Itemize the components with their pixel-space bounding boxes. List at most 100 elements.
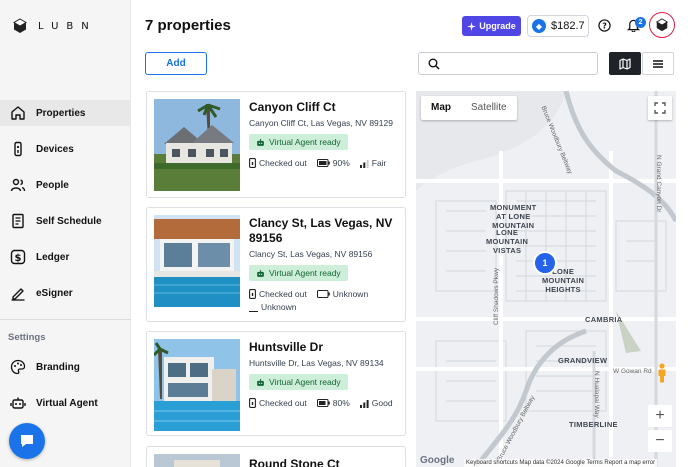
property-title[interactable]: Clancy St, Las Vegas, NV 89156 <box>249 216 403 246</box>
lock-device-icon <box>249 289 256 299</box>
property-title[interactable]: Round Stone Ct <box>249 457 403 467</box>
map-attribution[interactable]: Keyboard shortcuts Map data ©2024 Google… <box>464 459 658 467</box>
notification-badge: 2 <box>635 17 646 28</box>
property-address: Clancy St, Las Vegas, NV 89156 <box>249 249 373 259</box>
signal-icon <box>359 399 369 408</box>
help-icon[interactable]: ? <box>598 19 611 32</box>
map-label-cambria: CAMBRIA <box>585 315 623 324</box>
property-info: Canyon Cliff Ct Canyon Cliff Ct, Las Veg… <box>249 100 403 170</box>
street-view-pegman-icon[interactable] <box>657 363 667 383</box>
property-title[interactable]: Canyon Cliff Ct <box>249 100 403 115</box>
property-card[interactable]: Round Stone Ct <box>146 446 406 467</box>
sidebar-item-label: Virtual Agent <box>36 397 98 409</box>
signal-text: Unknown <box>261 301 297 312</box>
settings-heading: Settings <box>8 332 46 343</box>
sparkle-icon <box>467 21 477 31</box>
battery-status: 90% <box>316 157 350 170</box>
property-status: Checked out 80% Good <box>249 397 403 410</box>
app-root: LUBN Properties Devices People Self Sche… <box>0 0 688 467</box>
upgrade-label: Upgrade <box>479 21 516 31</box>
property-photo <box>154 215 240 307</box>
calendar-icon <box>12 213 24 229</box>
balance-chip[interactable]: ◆ $182.7 <box>527 15 589 37</box>
sidebar-item-label: Ledger <box>36 251 70 263</box>
lock-status: Checked out <box>249 397 307 410</box>
robot-icon <box>10 397 26 409</box>
property-info: Round Stone Ct <box>249 457 403 467</box>
pen-icon <box>11 288 25 301</box>
signal-icon <box>359 159 369 168</box>
list-view-toggle[interactable] <box>642 52 674 75</box>
tab-map[interactable]: Map <box>421 96 461 120</box>
property-card[interactable]: Clancy St, Las Vegas, NV 89156 Clancy St… <box>146 207 406 322</box>
signal-icon <box>249 310 258 312</box>
sidebar-item-devices[interactable]: Devices <box>0 136 131 162</box>
battery-icon <box>316 290 330 298</box>
search-input[interactable] <box>445 56 593 72</box>
lock-status: Checked out <box>249 288 307 301</box>
zoom-in-button[interactable]: + <box>648 405 672 427</box>
signal-status: Unknown <box>249 301 296 314</box>
robot-icon <box>257 138 264 146</box>
add-property-button[interactable]: Add <box>145 52 207 75</box>
tab-satellite[interactable]: Satellite <box>461 96 517 120</box>
sidebar-item-esigner[interactable]: eSigner <box>0 280 131 306</box>
lock-status-text: Checked out <box>259 288 307 299</box>
people-icon <box>10 178 26 192</box>
virtual-agent-badge: Virtual Agent ready <box>249 134 348 150</box>
map-type-tabs: Map Satellite <box>421 96 517 120</box>
brand-logo[interactable]: LUBN <box>12 18 97 34</box>
property-title[interactable]: Huntsville Dr <box>249 340 403 355</box>
battery-text: 90% <box>332 157 350 168</box>
sidebar-divider <box>0 319 131 320</box>
sidebar-item-label: Devices <box>36 143 74 155</box>
virtual-agent-badge: Virtual Agent ready <box>249 374 348 390</box>
zoom-out-button[interactable]: − <box>648 430 672 452</box>
battery-text: 80% <box>332 397 350 408</box>
map-view-toggle[interactable] <box>609 52 641 75</box>
property-info: Clancy St, Las Vegas, NV 89156 Clancy St… <box>249 216 403 314</box>
property-card[interactable]: Huntsville Dr Huntsville Dr, Las Vegas, … <box>146 331 406 436</box>
svg-text:?: ? <box>602 21 607 30</box>
search-icon <box>428 58 440 70</box>
sidebar-item-properties[interactable]: Properties <box>0 100 131 126</box>
map-label-grandview: GRANDVIEW <box>558 356 608 365</box>
lock-device-icon <box>249 398 256 408</box>
sidebar-item-label: Self Schedule <box>36 215 102 227</box>
map-label-timberline: TIMBERLINE <box>569 420 618 429</box>
map-label-lone-mountain-vistas: LONE MOUNTAIN VISTAS <box>486 228 529 255</box>
battery-icon <box>316 399 330 407</box>
sidebar-item-branding[interactable]: Branding <box>0 354 131 380</box>
property-photo <box>154 454 240 467</box>
brand-name: LUBN <box>38 20 97 32</box>
page-title: 7 properties <box>145 17 231 34</box>
lock-device-icon <box>14 141 22 157</box>
map-icon <box>619 57 631 70</box>
balance-amount: $182.7 <box>551 20 585 32</box>
sidebar-item-people[interactable]: People <box>0 172 131 198</box>
signal-status: Fair <box>359 157 386 170</box>
fullscreen-icon <box>654 102 666 114</box>
search-box <box>418 52 598 75</box>
sidebar-item-label: eSigner <box>36 287 73 299</box>
robot-icon <box>257 378 264 386</box>
battery-status: 80% <box>316 397 350 410</box>
signal-text: Good <box>371 397 393 408</box>
fullscreen-button[interactable] <box>648 96 672 120</box>
sidebar-item-ledger[interactable]: $ Ledger <box>0 244 131 270</box>
avatar[interactable] <box>649 12 675 38</box>
street-label-cliff-shadows: Cliff Shadows Pkwy <box>493 268 500 325</box>
lock-status-text: Checked out <box>259 397 307 408</box>
map-cluster-marker[interactable]: 1 <box>533 251 557 275</box>
support-chat-button[interactable] <box>9 423 45 459</box>
map-label-monument: MONUMENT AT LONE MOUNTAIN <box>490 203 537 230</box>
chat-icon <box>21 435 33 447</box>
robot-icon <box>257 269 264 277</box>
sidebar-item-virtual-agent[interactable]: Virtual Agent <box>0 390 131 416</box>
upgrade-button[interactable]: Upgrade <box>462 16 521 36</box>
signal-status: Good <box>359 397 393 410</box>
property-address: Canyon Cliff Ct, Las Vegas, NV 89129 <box>249 118 393 128</box>
property-card[interactable]: Canyon Cliff Ct Canyon Cliff Ct, Las Veg… <box>146 91 406 198</box>
sidebar-item-self-schedule[interactable]: Self Schedule <box>0 208 131 234</box>
map-panel[interactable]: Map Satellite MONUMENT AT LONE MOUNTAIN … <box>416 91 676 467</box>
